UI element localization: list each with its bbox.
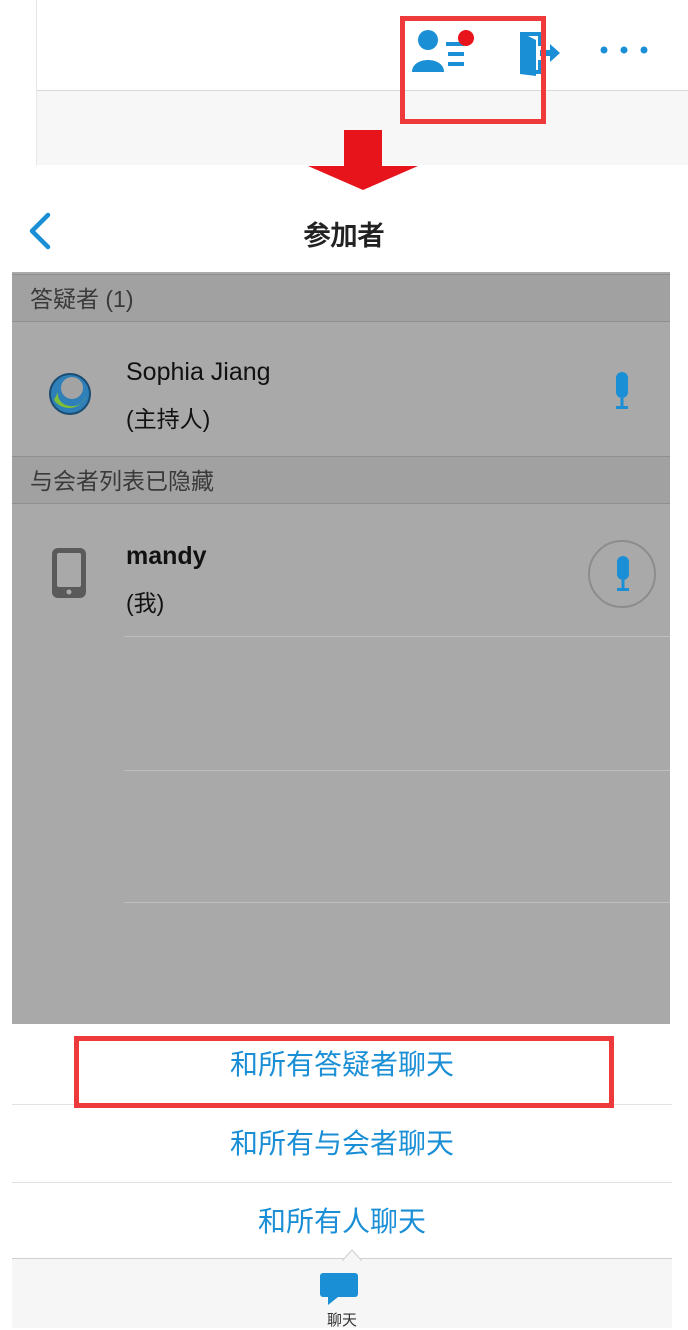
participant-name: Sophia Jiang — [126, 358, 271, 386]
caret-up-icon — [342, 1249, 362, 1261]
webex-avatar-icon — [49, 373, 91, 415]
participant-role: (主持人) — [126, 406, 211, 432]
participant-list: 答疑者 (1) Sophia Jiang (主持人) 与会者列表已隐藏 mand… — [12, 272, 670, 1024]
row-divider — [124, 636, 670, 637]
nav-bar: 参加者 — [0, 192, 688, 272]
highlight-participants-icon — [400, 16, 546, 124]
participant-row-host[interactable]: Sophia Jiang (主持人) — [12, 324, 670, 454]
page-title: 参加者 — [303, 221, 385, 251]
participant-row-self[interactable]: mandy (我) — [12, 508, 670, 638]
mobile-device-icon — [52, 548, 86, 598]
chat-all-attendees-option[interactable]: 和所有与会者聊天 — [12, 1104, 672, 1183]
down-arrow-icon — [308, 130, 418, 190]
more-options-icon[interactable] — [596, 40, 652, 60]
mute-toggle-button[interactable] — [588, 540, 656, 608]
participant-role: (我) — [126, 590, 165, 616]
row-divider — [124, 902, 670, 903]
chat-bubble-icon[interactable] — [318, 1271, 360, 1307]
highlight-chat-panelists — [74, 1036, 614, 1108]
participant-name: mandy — [126, 542, 207, 570]
microphone-icon — [617, 556, 629, 591]
microphone-icon[interactable] — [610, 368, 634, 416]
panelists-section-header: 答疑者 (1) — [12, 274, 670, 322]
row-divider — [124, 770, 670, 771]
bottom-tab-bar: 聊天 — [12, 1249, 672, 1329]
attendees-section-header: 与会者列表已隐藏 — [12, 456, 670, 504]
